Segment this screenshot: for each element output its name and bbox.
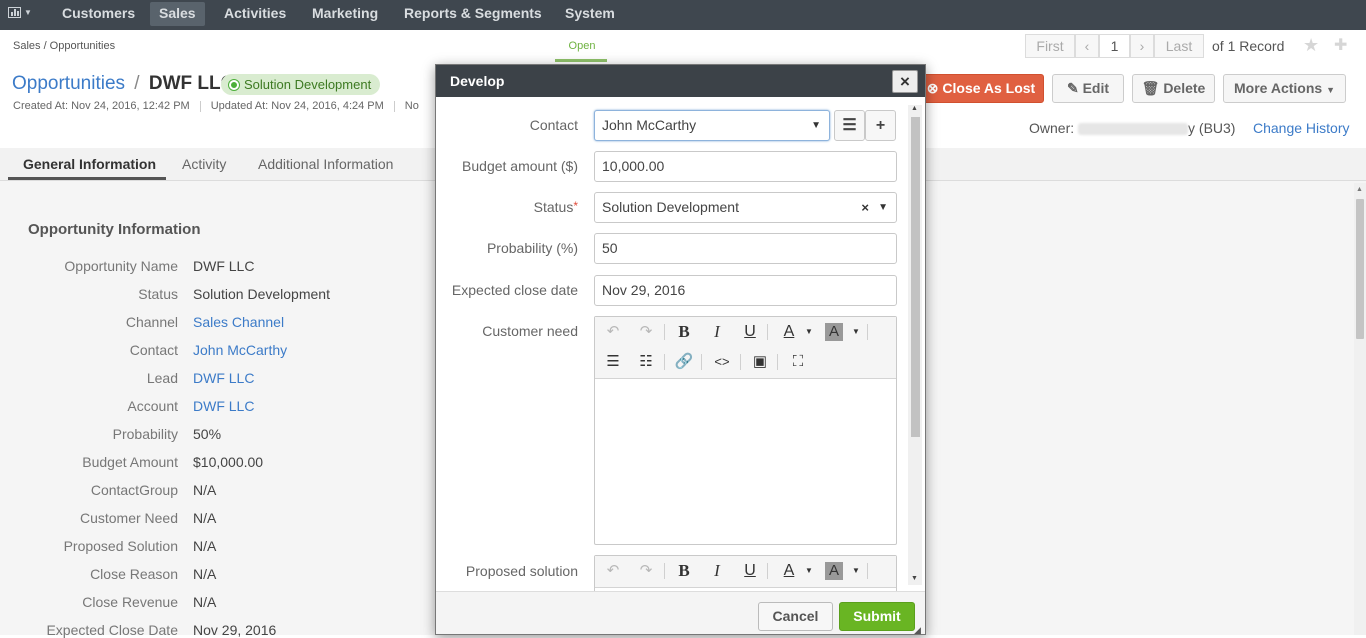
budget-amount-input[interactable]: 10,000.00 (594, 151, 897, 182)
link-icon[interactable]: 🔗 (673, 351, 695, 373)
image-icon[interactable]: ▣ (749, 351, 771, 373)
required-marker: * (573, 199, 578, 213)
contact-select[interactable]: John McCarthy ▼ (594, 110, 830, 141)
status-label: Status* (436, 199, 578, 215)
text-color-caret-icon[interactable]: ▼ (804, 560, 814, 582)
background-color-caret-icon[interactable]: ▼ (851, 560, 861, 582)
customer-need-editor: ↶ ↷ B I U A ▼ A ▼ ☰ ☷ 🔗 <> ▣ ⛶ (594, 316, 897, 545)
undo-icon[interactable]: ↶ (602, 321, 624, 343)
text-color-caret-icon[interactable]: ▼ (804, 321, 814, 343)
dialog-scrollbar-thumb[interactable] (911, 117, 920, 437)
cancel-button[interactable]: Cancel (758, 602, 833, 631)
dialog-header: Develop × (436, 65, 925, 97)
dialog-title: Develop (450, 73, 505, 89)
scroll-up-icon[interactable]: ▲ (911, 105, 918, 112)
background-color-icon[interactable]: A (825, 562, 843, 580)
contact-add-button[interactable]: + (865, 110, 896, 141)
background-color-icon[interactable]: A (825, 323, 843, 341)
text-color-icon[interactable]: A (778, 560, 800, 582)
close-date-input[interactable]: Nov 29, 2016 (594, 275, 897, 306)
probability-input[interactable]: 50 (594, 233, 897, 264)
probability-label: Probability (%) (486, 240, 578, 256)
list-icon: ☰ (842, 117, 857, 134)
customer-need-toolbar: ↶ ↷ B I U A ▼ A ▼ ☰ ☷ 🔗 <> ▣ ⛶ (595, 317, 896, 379)
customer-need-label: Customer need (482, 323, 578, 339)
status-label-text: Status (533, 199, 574, 215)
status-select-value: Solution Development (602, 199, 739, 215)
scroll-down-icon[interactable]: ▼ (911, 575, 918, 582)
redo-icon[interactable]: ↷ (635, 321, 657, 343)
caret-down-icon: ▼ (811, 120, 821, 131)
close-date-label: Expected close date (451, 282, 578, 298)
text-color-icon[interactable]: A (778, 321, 800, 343)
contact-list-button[interactable]: ☰ (834, 110, 865, 141)
background-color-caret-icon[interactable]: ▼ (851, 321, 861, 343)
italic-icon[interactable]: I (706, 321, 728, 343)
underline-icon[interactable]: U (739, 321, 761, 343)
budget-label: Budget amount ($) (462, 158, 578, 174)
bold-icon[interactable]: B (673, 560, 695, 582)
proposed-solution-label: Proposed solution (465, 563, 578, 579)
redo-icon[interactable]: ↷ (635, 560, 657, 582)
submit-button[interactable]: Submit (839, 602, 915, 631)
fullscreen-icon[interactable]: ⛶ (787, 351, 809, 373)
bold-icon[interactable]: B (673, 321, 695, 343)
contact-label: Contact (529, 117, 578, 133)
contact-select-value: John McCarthy (602, 117, 697, 133)
dialog-scrollbar[interactable]: ▲ ▼ (908, 105, 922, 585)
undo-icon[interactable]: ↶ (602, 560, 624, 582)
develop-dialog: Develop × Contact John McCarthy ▼ ☰ + Bu… (435, 64, 926, 635)
status-select[interactable]: Solution Development × ▼ (594, 192, 897, 223)
dialog-body: Contact John McCarthy ▼ ☰ + Budget amoun… (436, 97, 925, 591)
customer-need-textarea[interactable] (595, 379, 896, 544)
dialog-footer: Cancel Submit (436, 591, 925, 634)
code-icon[interactable]: <> (711, 351, 733, 373)
plus-icon: + (875, 117, 886, 134)
proposed-solution-toolbar: ↶ ↷ B I U A ▼ A ▼ (595, 556, 896, 588)
clear-icon[interactable]: × (861, 193, 869, 222)
caret-down-icon: ▼ (878, 202, 888, 213)
underline-icon[interactable]: U (739, 560, 761, 582)
numbered-list-icon[interactable]: ☷ (635, 351, 657, 373)
dialog-close-button[interactable]: × (892, 70, 918, 93)
bullet-list-icon[interactable]: ☰ (602, 351, 624, 373)
italic-icon[interactable]: I (706, 560, 728, 582)
proposed-solution-editor: ↶ ↷ B I U A ▼ A ▼ (594, 555, 897, 591)
resize-handle-icon[interactable]: ◢ (914, 625, 921, 636)
